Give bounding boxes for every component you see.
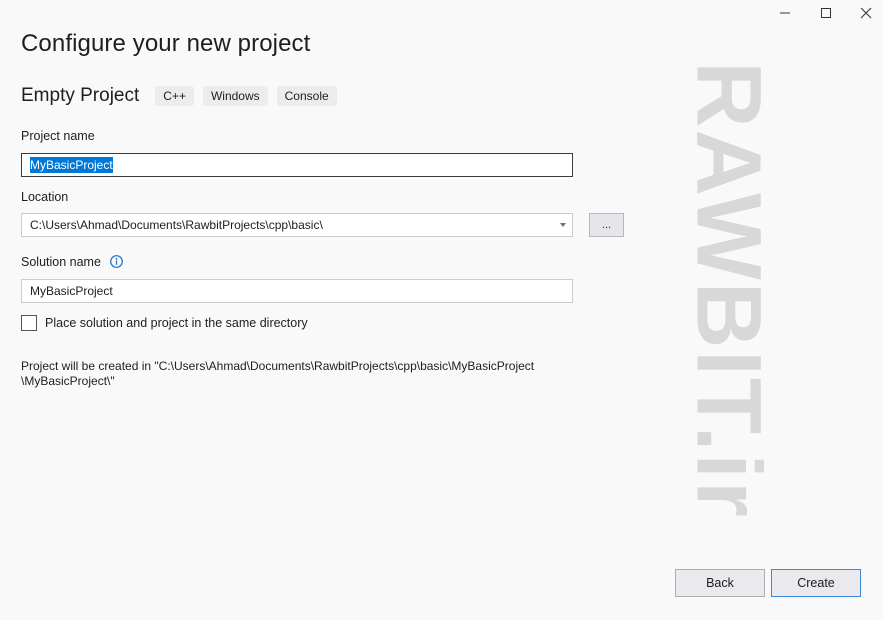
location-value: C:\Users\Ahmad\Documents\RawbitProjects\… xyxy=(30,218,323,232)
close-icon xyxy=(860,7,872,19)
maximize-button[interactable] xyxy=(806,0,846,26)
tag-language: C++ xyxy=(155,86,194,106)
template-info: Empty Project C++ Windows Console xyxy=(21,85,346,107)
solution-name-input[interactable]: MyBasicProject xyxy=(21,279,573,303)
solution-name-label: Solution name xyxy=(21,255,101,269)
chevron-down-icon[interactable] xyxy=(560,223,566,227)
minimize-button[interactable] xyxy=(765,0,805,26)
project-name-input[interactable]: MyBasicProject xyxy=(21,153,573,177)
solution-name-label-row: Solution name xyxy=(21,255,124,269)
same-directory-option[interactable]: Place solution and project in the same d… xyxy=(21,315,308,331)
maximize-icon xyxy=(821,8,831,18)
create-button[interactable]: Create xyxy=(771,569,861,597)
tag-platform: Windows xyxy=(202,86,268,106)
project-path-info: Project will be created in "C:\Users\Ahm… xyxy=(21,359,581,389)
close-button[interactable] xyxy=(846,0,883,26)
project-path-line-1: Project will be created in "C:\Users\Ahm… xyxy=(21,359,535,373)
project-path-line-2: \MyBasicProject\" xyxy=(21,374,115,388)
template-name: Empty Project xyxy=(21,85,140,106)
back-button[interactable]: Back xyxy=(675,569,765,597)
same-directory-checkbox[interactable] xyxy=(21,315,37,331)
info-icon[interactable] xyxy=(110,255,124,269)
project-name-label: Project name xyxy=(21,129,95,143)
tag-project-type: Console xyxy=(276,86,337,106)
watermark: RAWBIT.ir xyxy=(677,61,780,519)
page-title: Configure your new project xyxy=(21,30,311,57)
location-label: Location xyxy=(21,190,69,204)
same-directory-label[interactable]: Place solution and project in the same d… xyxy=(45,316,308,330)
solution-name-value: MyBasicProject xyxy=(30,284,113,298)
location-combobox[interactable]: C:\Users\Ahmad\Documents\RawbitProjects\… xyxy=(21,213,573,237)
browse-button[interactable]: ... xyxy=(589,213,624,237)
minimize-icon xyxy=(780,12,790,14)
project-name-value: MyBasicProject xyxy=(30,157,113,173)
